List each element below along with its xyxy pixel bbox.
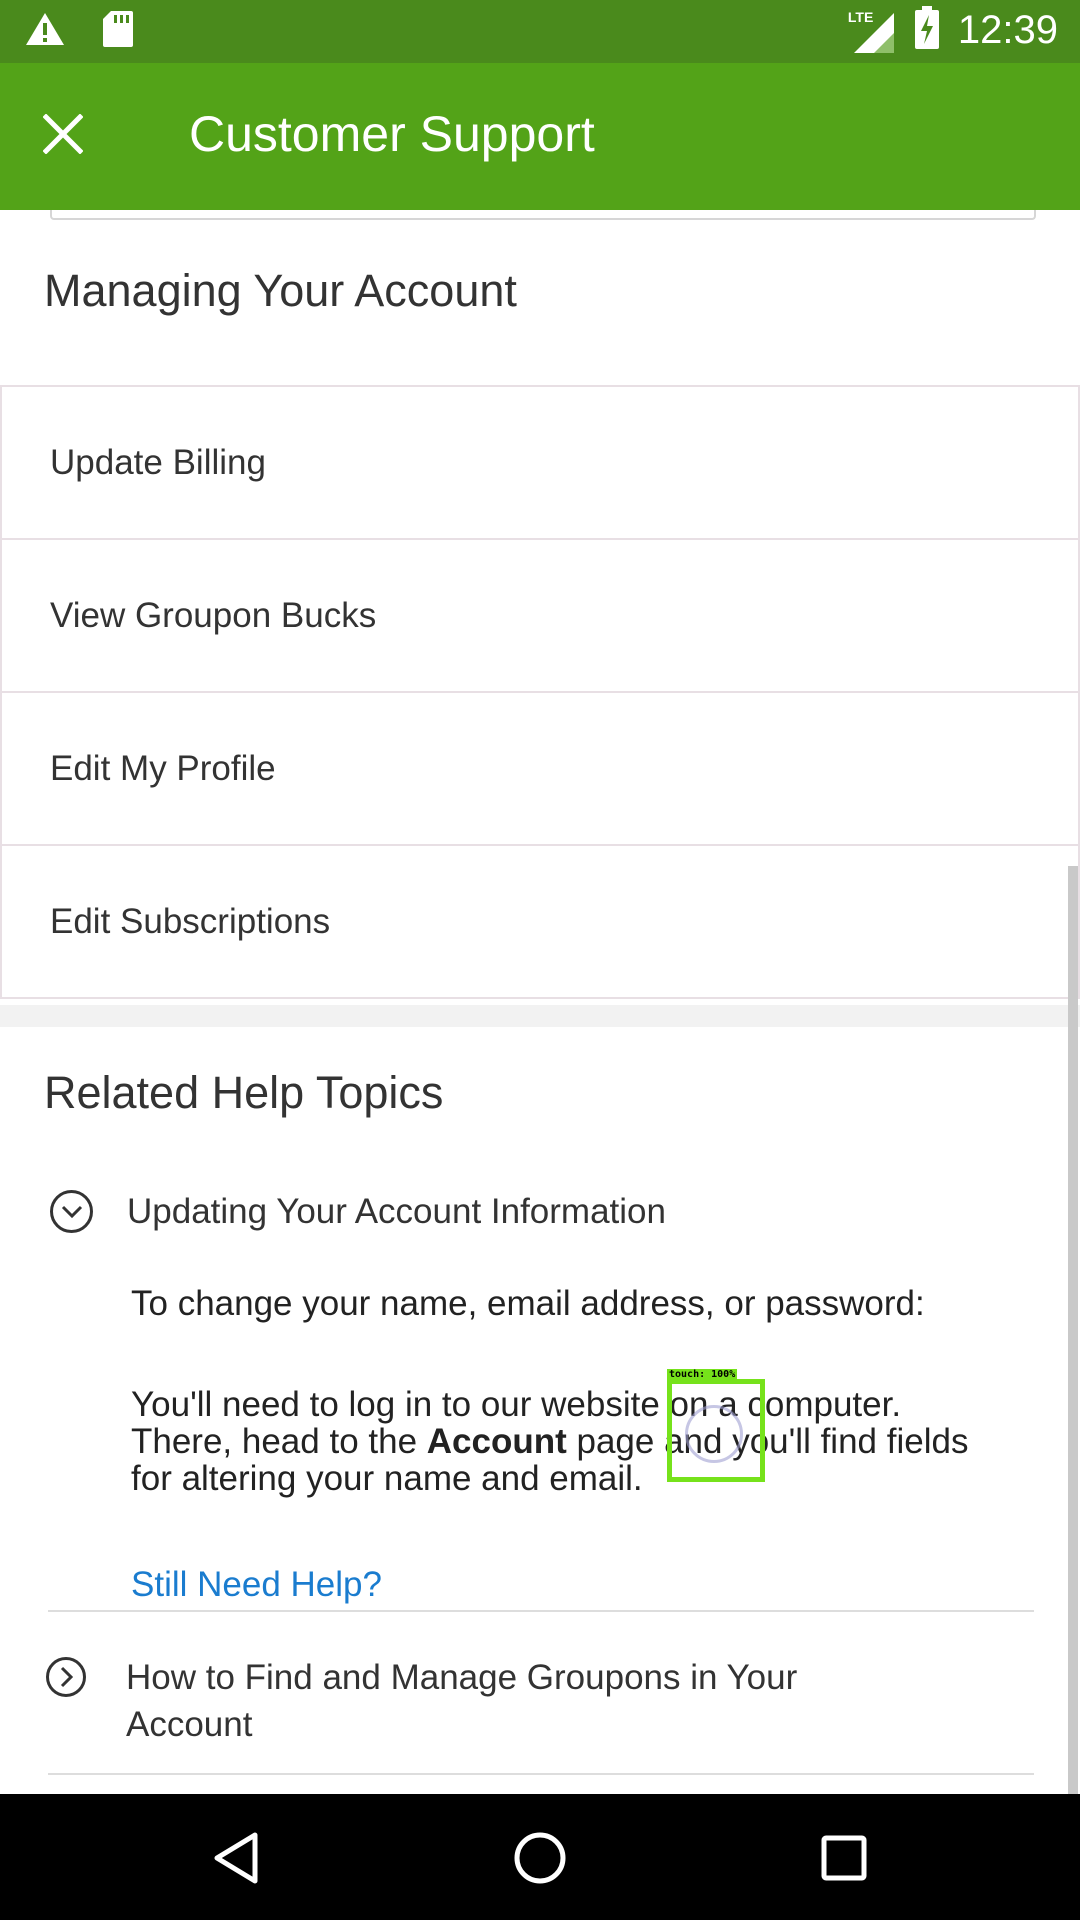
warning-icon [24, 11, 66, 52]
sd-card-icon [102, 10, 134, 53]
managing-section-title: Managing Your Account [44, 265, 517, 316]
edit-subscriptions-item[interactable]: Edit Subscriptions [0, 846, 1080, 999]
close-icon [42, 112, 84, 159]
answer-intro: To change your name, email address, or p… [131, 1284, 925, 1323]
status-bar: LTE 12:39 [0, 0, 1080, 63]
edit-my-profile-item[interactable]: Edit My Profile [0, 693, 1080, 846]
lte-signal-icon: LTE [848, 7, 896, 55]
app-bar: Customer Support [0, 63, 1080, 210]
status-time: 12:39 [957, 8, 1058, 52]
back-button[interactable] [203, 1827, 269, 1893]
list-item-label: View Groupon Bucks [50, 595, 377, 635]
account-page-text: Account [426, 1422, 567, 1461]
account-options-list: Update Billing View Groupon Bucks Edit M… [0, 385, 1080, 999]
related-section-title: Related Help Topics [44, 1067, 444, 1118]
topic-title: Updating Your Account Information [127, 1192, 666, 1231]
content-area[interactable]: Managing Your Account Update Billing Vie… [0, 210, 1080, 1794]
topic-divider [48, 1773, 1034, 1775]
section-divider [0, 1005, 1080, 1027]
home-icon [513, 1831, 567, 1890]
battery-charging-icon [914, 6, 940, 55]
recents-button[interactable] [811, 1827, 877, 1893]
list-item-label: Edit My Profile [50, 748, 276, 788]
still-need-help-link[interactable]: Still Need Help? [131, 1565, 382, 1605]
topic-divider [48, 1610, 1034, 1612]
navigation-bar [0, 1794, 1080, 1920]
back-icon [211, 1831, 261, 1890]
list-item-label: Update Billing [50, 442, 266, 482]
lte-label: LTE [847, 8, 874, 25]
topic-find-manage-groupons[interactable]: How to Find and Manage Groupons in Your … [46, 1654, 886, 1748]
close-button[interactable] [30, 103, 96, 169]
topic-title: How to Find and Manage Groupons in Your … [126, 1658, 798, 1744]
touch-point [685, 1405, 743, 1463]
answer-body: You'll need to log in to our website on … [131, 1386, 1011, 1497]
chevron-right-circle-icon [46, 1657, 86, 1697]
topic-updating-account[interactable]: Updating Your Account Information [50, 1188, 666, 1235]
list-item-label: Edit Subscriptions [50, 901, 331, 941]
view-groupon-bucks-item[interactable]: View Groupon Bucks [0, 540, 1080, 693]
page-title: Customer Support [189, 106, 595, 162]
scrollbar[interactable] [1068, 866, 1078, 1794]
chevron-down-circle-icon [50, 1190, 93, 1233]
update-billing-item[interactable]: Update Billing [0, 385, 1080, 540]
recents-icon [820, 1834, 868, 1887]
home-button[interactable] [507, 1827, 573, 1893]
search-field-edge[interactable] [50, 210, 1036, 220]
